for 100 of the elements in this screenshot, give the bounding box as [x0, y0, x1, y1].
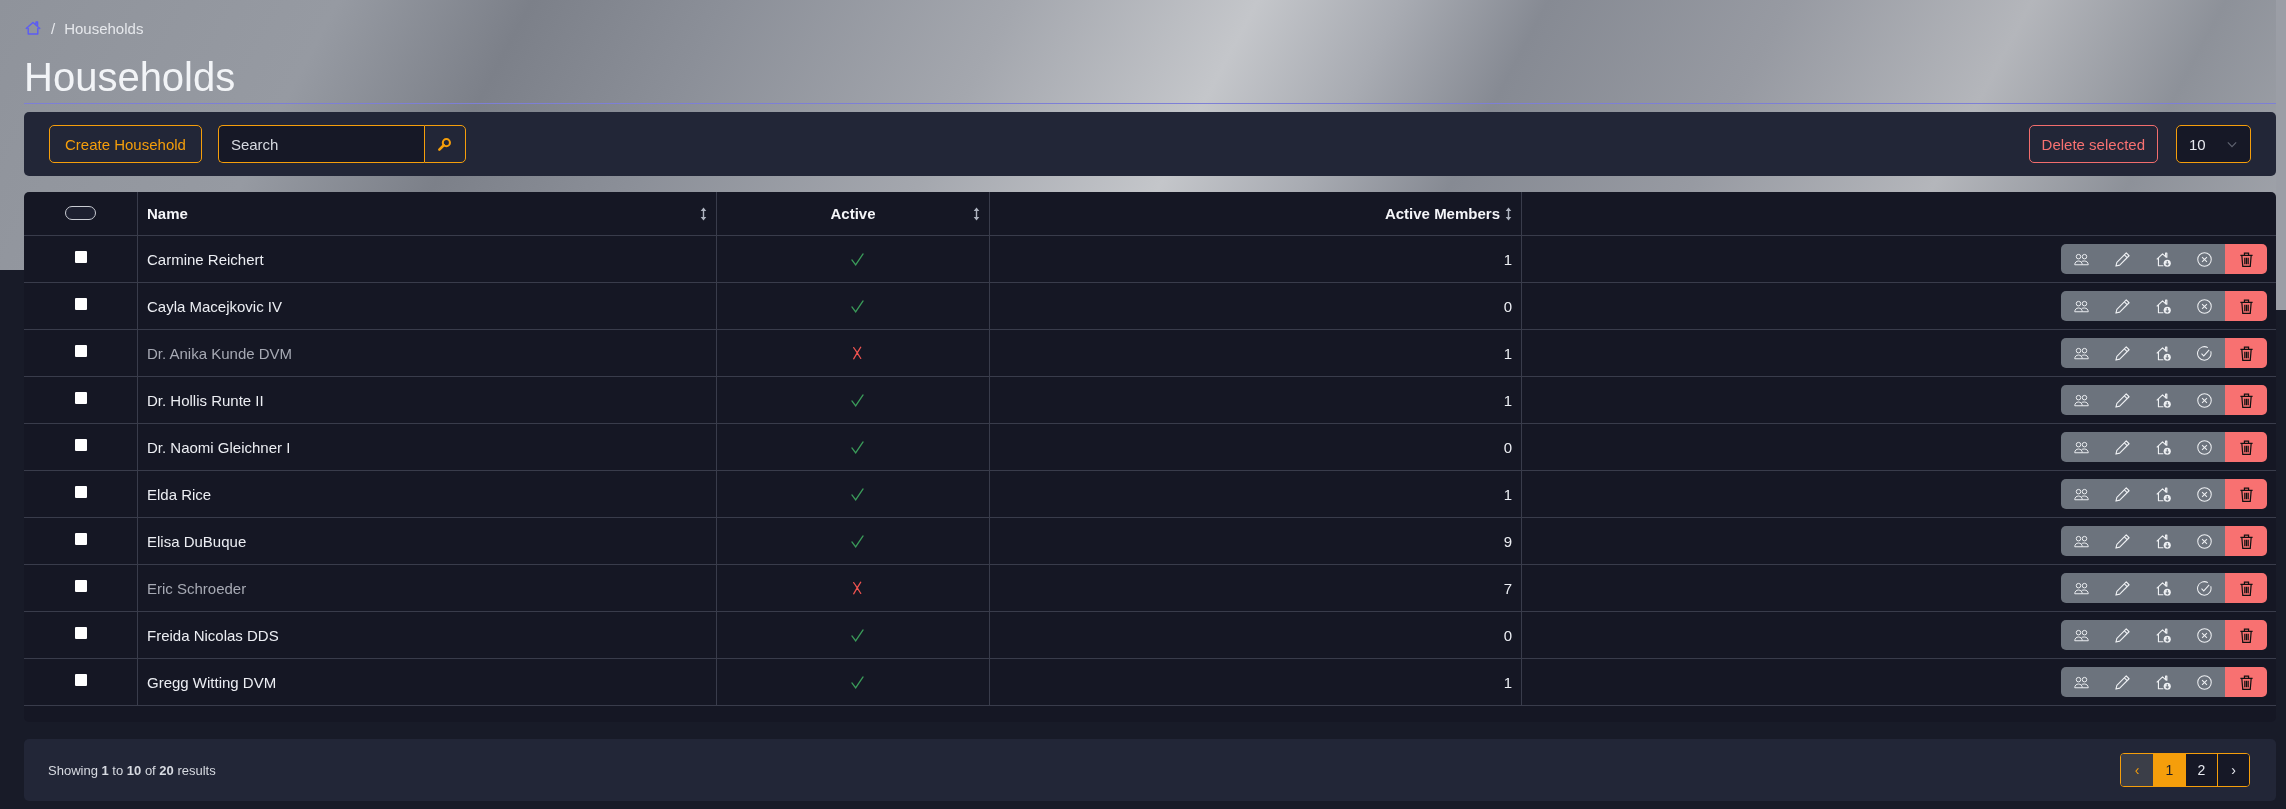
users-icon	[2074, 345, 2089, 361]
deactivate-button[interactable]	[2184, 667, 2225, 697]
deactivate-button[interactable]	[2184, 385, 2225, 415]
household-name: Cayla Macejkovic IV	[147, 297, 283, 315]
member-count: 1	[1503, 250, 1512, 268]
users-icon	[2074, 674, 2089, 690]
circle-x-icon	[2197, 486, 2212, 502]
search-icon	[437, 136, 453, 152]
house-arrow-icon	[2156, 674, 2171, 690]
deactivate-button[interactable]	[2184, 291, 2225, 321]
pencil-icon	[2115, 345, 2130, 361]
sort-icon[interactable]	[1505, 206, 1512, 221]
row-checkbox[interactable]	[74, 298, 87, 310]
activate-button[interactable]	[2184, 573, 2225, 603]
house-arrow-icon	[2156, 533, 2171, 549]
activate-button[interactable]	[2184, 338, 2225, 368]
household-name: Eric Schroeder	[147, 579, 247, 597]
row-checkbox[interactable]	[74, 345, 87, 357]
delete-button[interactable]	[2225, 620, 2267, 650]
member-count: 1	[1503, 391, 1512, 409]
household-name: Freida Nicolas DDS	[147, 626, 279, 644]
member-count: 1	[1503, 673, 1512, 691]
trash-icon	[2238, 486, 2254, 502]
house-arrow-icon	[2156, 298, 2171, 314]
members-button[interactable]	[2061, 526, 2102, 556]
trash-icon	[2238, 298, 2254, 314]
next-page-button[interactable]: ›	[2217, 754, 2249, 786]
deactivate-button[interactable]	[2184, 526, 2225, 556]
members-button[interactable]	[2061, 338, 2102, 368]
deactivate-button[interactable]	[2184, 620, 2225, 650]
household-name: Dr. Anika Kunde DVM	[147, 344, 293, 362]
members-button[interactable]	[2061, 291, 2102, 321]
row-checkbox[interactable]	[74, 392, 87, 404]
circle-x-icon	[2197, 533, 2212, 549]
row-checkbox[interactable]	[74, 533, 87, 545]
delete-button[interactable]	[2225, 244, 2267, 274]
pencil-icon	[2115, 439, 2130, 455]
pencil-icon	[2115, 674, 2130, 690]
house-arrow-icon	[2156, 486, 2171, 502]
member-count: 9	[1503, 532, 1512, 550]
breadcrumb-separator: /	[51, 19, 56, 37]
delete-button[interactable]	[2225, 432, 2267, 462]
members-button[interactable]	[2061, 385, 2102, 415]
select-all-checkbox[interactable]	[65, 205, 96, 220]
members-button[interactable]	[2061, 479, 2102, 509]
circle-x-icon	[2197, 298, 2212, 314]
delete-button[interactable]	[2225, 479, 2267, 509]
trash-icon	[2238, 251, 2254, 267]
delete-button[interactable]	[2225, 667, 2267, 697]
delete-selected-button[interactable]: Delete selected	[2028, 125, 2158, 163]
row-checkbox[interactable]	[74, 251, 87, 263]
household-name: Elda Rice	[147, 485, 212, 503]
trash-icon	[2238, 674, 2254, 690]
deactivate-button[interactable]	[2184, 244, 2225, 274]
pencil-icon	[2115, 486, 2130, 502]
delete-button[interactable]	[2225, 385, 2267, 415]
create-household-button[interactable]: Create Household	[49, 125, 202, 163]
circle-x-icon	[2197, 627, 2212, 643]
household-name: Carmine Reichert	[147, 250, 264, 268]
scrollbar-thumb[interactable]	[2276, 0, 2286, 310]
delete-button[interactable]	[2225, 573, 2267, 603]
column-header[interactable]: Name	[147, 205, 188, 222]
search-field[interactable]: Search	[217, 125, 424, 163]
page-button[interactable]: 1	[2153, 754, 2185, 786]
member-count: 7	[1503, 579, 1512, 597]
house-arrow-icon	[2156, 439, 2171, 455]
users-icon	[2074, 627, 2089, 643]
sort-icon[interactable]	[973, 206, 980, 221]
circle-x-icon	[2197, 251, 2212, 267]
circle-check-icon	[2197, 345, 2212, 361]
column-header[interactable]: Active	[830, 205, 876, 222]
members-button[interactable]	[2061, 667, 2102, 697]
deactivate-button[interactable]	[2184, 479, 2225, 509]
members-button[interactable]	[2061, 620, 2102, 650]
sort-icon[interactable]	[700, 206, 707, 221]
row-checkbox[interactable]	[74, 439, 87, 451]
delete-button[interactable]	[2225, 338, 2267, 368]
results-summary: Showing 1 to 10 of 20 results	[48, 762, 216, 778]
delete-button[interactable]	[2225, 291, 2267, 321]
delete-button[interactable]	[2225, 526, 2267, 556]
column-header[interactable]: Active Members	[1384, 205, 1500, 222]
member-count: 0	[1503, 297, 1512, 315]
pencil-icon	[2115, 298, 2130, 314]
row-checkbox[interactable]	[74, 627, 87, 639]
circle-check-icon	[2197, 580, 2212, 596]
search-button[interactable]	[423, 125, 466, 163]
row-checkbox[interactable]	[74, 674, 87, 686]
member-count: 0	[1503, 438, 1512, 456]
house-arrow-icon	[2156, 392, 2171, 408]
page-title: Households	[24, 54, 236, 101]
household-name: Dr. Hollis Runte II	[147, 391, 264, 409]
page-button[interactable]: 2	[2185, 754, 2217, 786]
pencil-icon	[2115, 533, 2130, 549]
row-checkbox[interactable]	[74, 486, 87, 498]
row-checkbox[interactable]	[74, 580, 87, 592]
members-button[interactable]	[2061, 244, 2102, 274]
page-size-select[interactable]: 10	[2176, 125, 2251, 163]
members-button[interactable]	[2061, 432, 2102, 462]
members-button[interactable]	[2061, 573, 2102, 603]
deactivate-button[interactable]	[2184, 432, 2225, 462]
